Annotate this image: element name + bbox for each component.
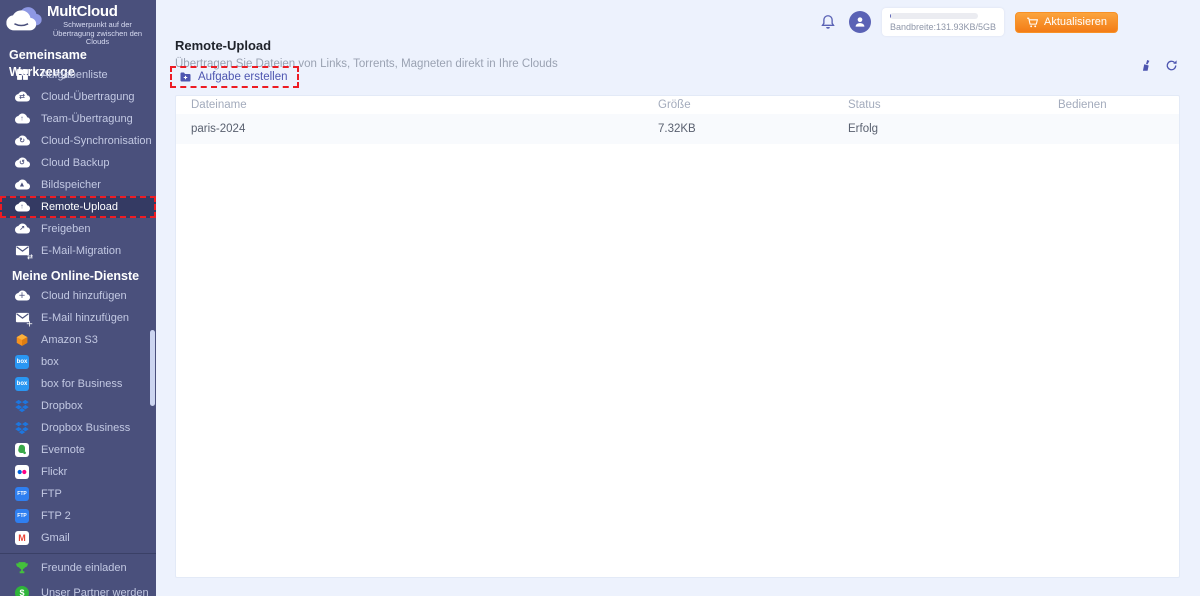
section-header-online-services: Meine Online-Dienste [12, 268, 140, 283]
task-table: Dateiname Größe Status Bedienen paris-20… [175, 95, 1180, 578]
logo[interactable]: MultCloud Schwerpunkt auf der Übertragun… [0, 0, 156, 47]
flickr-icon [14, 464, 30, 480]
sidebar-item-flickr[interactable]: Flickr [0, 461, 156, 483]
sidebar-item-team-uebertragung[interactable]: ↑ Team-Übertragung [0, 108, 156, 130]
evernote-icon [14, 442, 30, 458]
email-migration-icon: ⇄ [14, 243, 33, 261]
add-cloud-icon: ＋ [14, 288, 30, 304]
image-storage-icon: ▲ [14, 177, 30, 193]
remote-upload-icon: ↑ [14, 199, 30, 215]
amazon-s3-icon [14, 332, 30, 348]
table-row[interactable]: paris-2024 7.32KB Erfolg [176, 114, 1179, 144]
dropbox-business-icon [14, 420, 30, 436]
column-header-size: Größe [658, 99, 691, 111]
app-title: MultCloud [47, 3, 118, 20]
file-name-cell: paris-2024 [191, 123, 246, 135]
sidebar-item-ftp[interactable]: FTP FTP [0, 483, 156, 505]
multcloud-app: MultCloud Schwerpunkt auf der Übertragun… [0, 0, 1200, 596]
upgrade-button[interactable]: Aktualisieren [1015, 11, 1118, 33]
sidebar-scrollbar[interactable] [150, 330, 155, 406]
add-email-icon: ＋ [14, 310, 33, 328]
folder-plus-icon [179, 71, 192, 83]
sidebar-item-freigeben[interactable]: ↗ Freigeben [0, 218, 156, 240]
box-business-icon: box [14, 376, 30, 392]
sidebar-item-dropbox[interactable]: Dropbox [0, 395, 156, 417]
task-list-icon [14, 67, 30, 83]
table-header-row: Dateiname Größe Status Bedienen [176, 96, 1179, 114]
dropbox-icon [14, 398, 30, 414]
page-title: Remote-Upload [175, 38, 272, 53]
sidebar-divider [0, 552, 156, 554]
ftp-icon: FTP [14, 486, 30, 502]
cart-icon [1026, 16, 1039, 29]
cloud-transfer-icon: ⇄ [14, 89, 30, 105]
bandwidth-progress-bar [889, 13, 978, 19]
main-content: Bandbreite:131.93KB/5GB Aktualisieren Re… [156, 0, 1200, 596]
sidebar-item-box-for-business[interactable]: box box for Business [0, 373, 156, 395]
box-icon: box [14, 354, 30, 370]
upgrade-button-label: Aktualisieren [1044, 16, 1107, 28]
bandwidth-label: Bandbreite:131.93KB/5GB [889, 22, 997, 32]
clear-list-icon[interactable] [1140, 59, 1153, 72]
create-task-button[interactable]: Aufgabe erstellen [170, 66, 299, 88]
ftp2-icon: FTP [14, 508, 30, 524]
sidebar-item-aufgabenliste[interactable]: Aufgabenliste [0, 64, 156, 86]
list-tools [1140, 59, 1178, 72]
app-tagline: Schwerpunkt auf der Übertragung zwischen… [52, 20, 143, 46]
gmail-icon: M [14, 530, 30, 546]
file-size-cell: 7.32KB [658, 123, 696, 135]
sidebar-item-freunde-einladen[interactable]: Freunde einladen [0, 556, 156, 581]
sidebar-item-box[interactable]: box box [0, 351, 156, 373]
sidebar-item-cloud-synchronisation[interactable]: ↻ Cloud-Synchronisation [0, 130, 156, 152]
cloud-backup-icon: ↺ [14, 155, 30, 171]
sidebar-item-cloud-hinzufuegen[interactable]: ＋ Cloud hinzufügen [0, 285, 156, 307]
sidebar-item-bildspeicher[interactable]: ▲ Bildspeicher [0, 174, 156, 196]
column-header-status: Status [848, 99, 881, 111]
share-icon: ↗ [14, 221, 30, 237]
sidebar-item-dropbox-business[interactable]: Dropbox Business [0, 417, 156, 439]
sidebar: MultCloud Schwerpunkt auf der Übertragun… [0, 0, 156, 596]
user-avatar[interactable] [848, 11, 871, 33]
sidebar-item-email-migration[interactable]: ⇄ E-Mail-Migration [0, 240, 156, 262]
create-task-label: Aufgabe erstellen [198, 71, 288, 83]
team-transfer-icon: ↑ [14, 111, 30, 127]
partner-icon: $ [14, 585, 30, 596]
sidebar-item-cloud-uebertragung[interactable]: ⇄ Cloud-Übertragung [0, 86, 156, 108]
sidebar-item-ftp2[interactable]: FTP FTP 2 [0, 505, 156, 527]
sidebar-item-email-hinzufuegen[interactable]: ＋ E-Mail hinzufügen [0, 307, 156, 329]
sidebar-item-evernote[interactable]: Evernote [0, 439, 156, 461]
cloud-sync-icon: ↻ [14, 133, 30, 149]
multcloud-logo-icon [6, 7, 42, 31]
topbar: Bandbreite:131.93KB/5GB Aktualisieren [818, 8, 1118, 36]
column-header-filename: Dateiname [191, 99, 247, 111]
notifications-bell-icon[interactable] [818, 11, 838, 33]
section-header-common-tools: Gemeinsame Werkzeuge [9, 47, 87, 79]
bandwidth-meter[interactable]: Bandbreite:131.93KB/5GB [881, 8, 1005, 36]
sidebar-item-remote-upload[interactable]: ↑ Remote-Upload [0, 195, 156, 218]
column-header-action: Bedienen [1058, 99, 1107, 111]
status-cell: Erfolg [848, 123, 879, 135]
refresh-icon[interactable] [1165, 59, 1178, 72]
sidebar-item-gmail[interactable]: M Gmail [0, 527, 156, 549]
sidebar-item-cloud-backup[interactable]: ↺ Cloud Backup [0, 152, 156, 174]
invite-friends-icon [14, 560, 30, 576]
sidebar-item-unser-partner-werden[interactable]: $ Unser Partner werden [0, 581, 156, 596]
sidebar-item-amazon-s3[interactable]: Amazon S3 [0, 329, 156, 351]
